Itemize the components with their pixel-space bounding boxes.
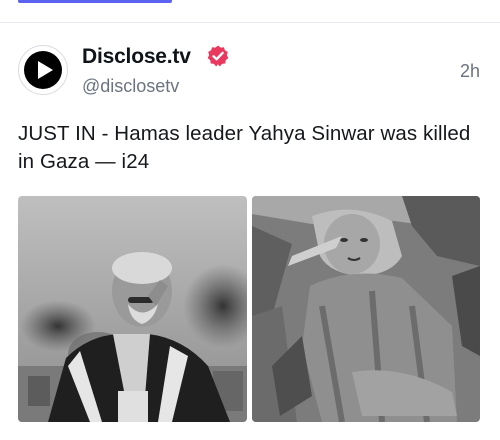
author-name[interactable]: Disclose.tv — [82, 45, 191, 69]
post-photo-2[interactable] — [252, 196, 480, 422]
verified-badge-icon — [207, 45, 229, 67]
top-navigation-strip — [0, 0, 500, 23]
post-card[interactable]: Disclose.tv @disclosetv 2h JUST IN - Ham… — [0, 23, 500, 440]
photo-speaker-icon — [18, 196, 247, 422]
avatar[interactable] — [18, 45, 68, 95]
post-photo-1[interactable] — [18, 196, 247, 422]
photo-rubble-icon — [252, 196, 480, 422]
author-handle[interactable]: @disclosetv — [82, 76, 179, 97]
post-timestamp[interactable]: 2h — [460, 61, 480, 82]
active-tab-indicator — [18, 0, 172, 3]
disclose-logo-icon — [24, 51, 62, 89]
post-text: JUST IN - Hamas leader Yahya Sinwar was … — [18, 122, 471, 173]
